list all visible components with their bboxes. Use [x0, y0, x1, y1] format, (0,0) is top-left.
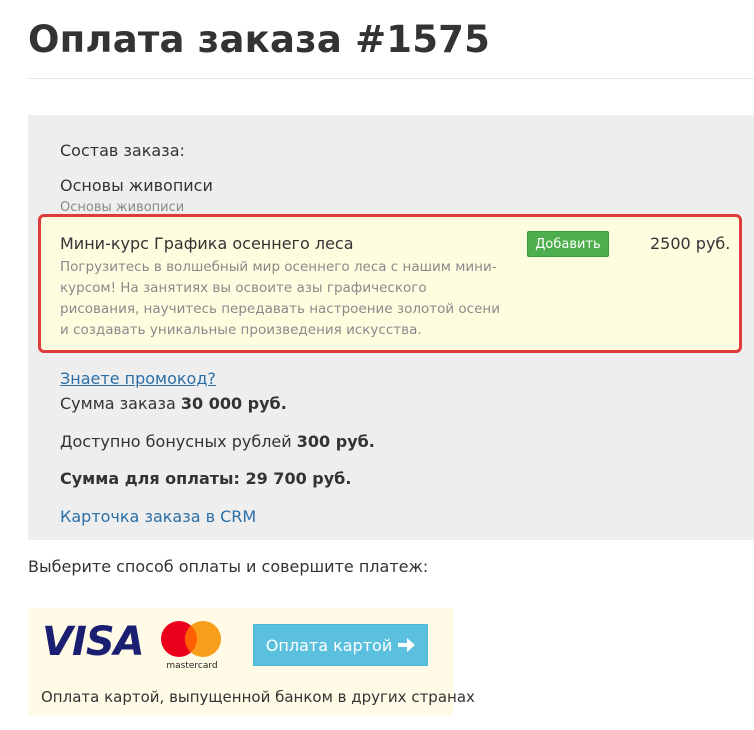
payable-sum-value: 29 700 руб.	[245, 469, 352, 488]
upsell-price: 2500 руб.	[650, 234, 731, 253]
visa-logo: VISA	[42, 619, 145, 665]
order-item-name: Основы живописи	[60, 176, 213, 195]
order-sum-value: 30 000 руб.	[180, 394, 287, 413]
payable-sum-label: Сумма для оплаты:	[60, 469, 240, 488]
crm-order-card-link[interactable]: Карточка заказа в CRM	[60, 507, 256, 526]
bonus-value: 300 руб.	[296, 432, 375, 451]
upsell-description: Погрузитесь в волшебный мир осеннего лес…	[60, 259, 501, 338]
bonus-label: Доступно бонусных рублей	[60, 432, 292, 451]
upsell-title: Мини-курс Графика осеннего леса	[60, 234, 354, 253]
title-divider	[28, 78, 754, 79]
order-item-subtitle: Основы живописи	[60, 200, 185, 215]
page-title: Оплата заказа #1575	[28, 18, 491, 61]
arrow-right-icon	[398, 638, 416, 652]
order-sum-label: Сумма заказа	[60, 394, 176, 413]
order-composition-label: Состав заказа:	[60, 141, 185, 160]
card-payment-note: Оплата картой, выпущенной банком в други…	[41, 688, 475, 706]
pay-by-card-label: Оплата картой	[265, 635, 393, 655]
payable-sum-line: Сумма для оплаты: 29 700 руб.	[60, 469, 351, 488]
bonus-line: Доступно бонусных рублей 300 руб.	[60, 432, 375, 451]
mastercard-wordmark: mastercard	[166, 661, 217, 671]
payment-prompt: Выберите способ оплаты и совершите плате…	[28, 557, 429, 576]
order-sum-line: Сумма заказа 30 000 руб.	[60, 394, 287, 413]
promo-code-link[interactable]: Знаете промокод?	[60, 369, 216, 388]
pay-by-card-button[interactable]: Оплата картой	[253, 624, 428, 666]
add-upsell-button[interactable]: Добавить	[527, 231, 609, 257]
mastercard-logo: mastercard	[161, 621, 221, 671]
